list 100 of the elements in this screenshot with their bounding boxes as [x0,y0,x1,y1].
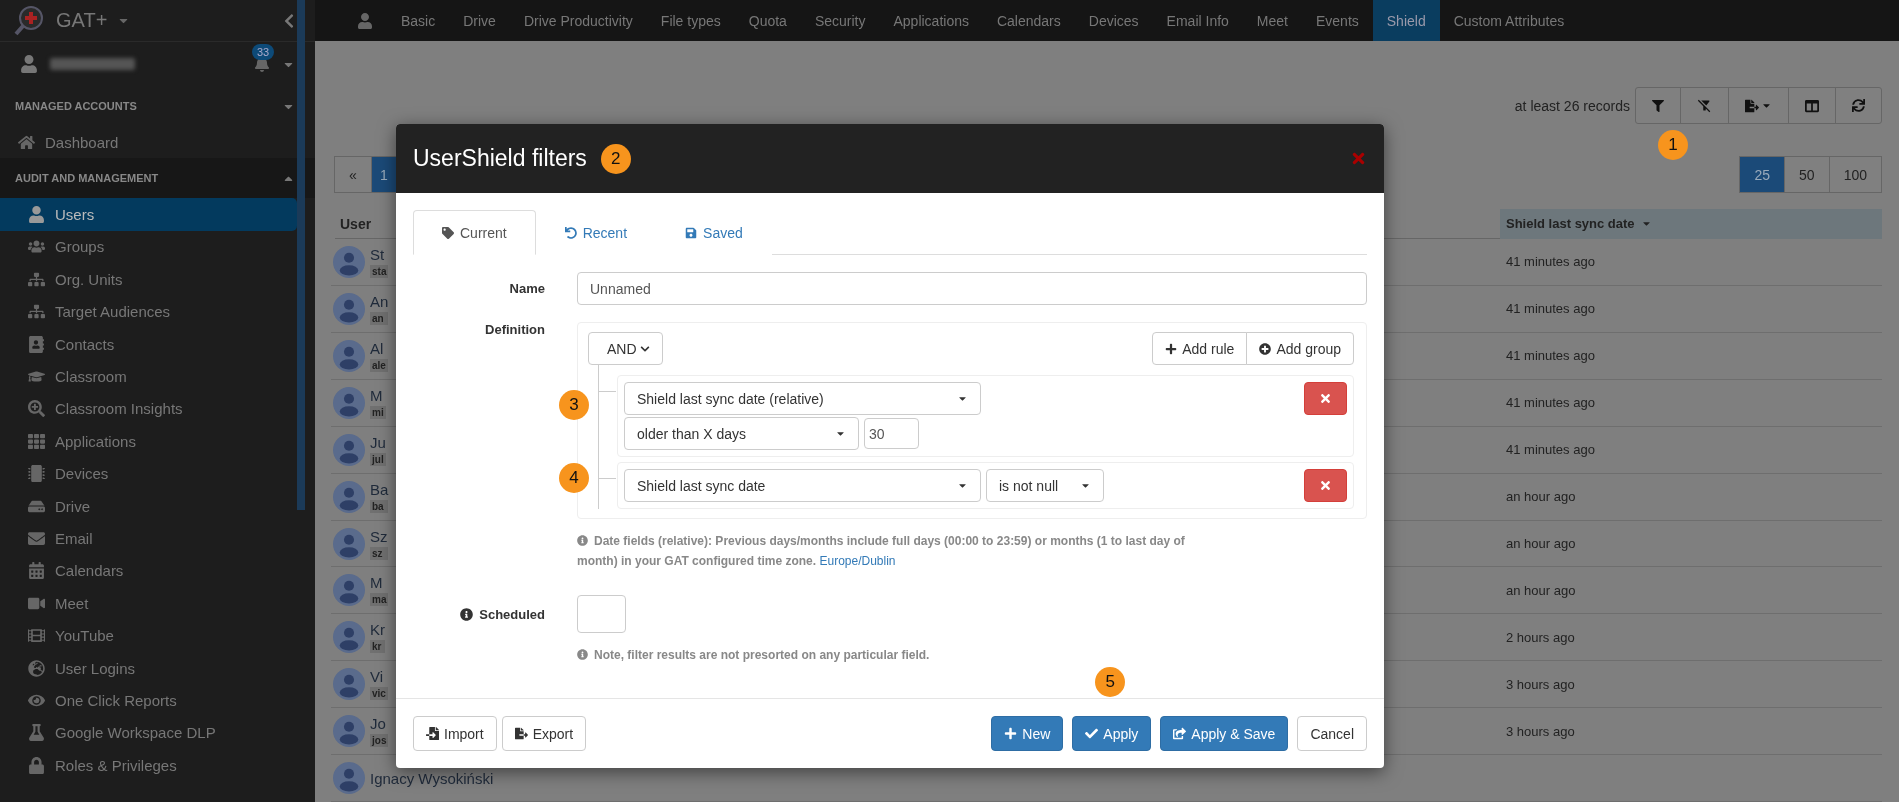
sidebar-item[interactable]: Classroom [0,360,297,393]
sidebar-item[interactable]: Org. Units [0,263,297,296]
scheduled-field[interactable] [577,595,626,633]
profile-tab[interactable]: Drive Productivity [509,0,647,42]
dialog-tab[interactable]: Current [413,210,536,255]
table-cell-text: 3 hours ago [1505,676,1576,692]
export-menu-button[interactable] [1728,87,1789,125]
section-header[interactable]: AUDIT AND MANAGEMENT [0,158,315,199]
table-cell-text: an hour ago [1505,536,1577,551]
user-name[interactable]: Al [370,339,388,357]
field-select[interactable]: Shield last sync date (relative) [624,382,981,415]
operator-select[interactable]: is not null [986,469,1104,502]
sidebar-item[interactable]: Devices [0,457,297,490]
avatar-icon [333,621,365,654]
user-email: ma [370,593,389,607]
add-rule-button[interactable]: Add rule [1152,332,1248,365]
user-name[interactable]: Kr [370,621,385,639]
dialog-button[interactable]: Import [413,716,497,751]
name-field[interactable]: Unnamed [577,272,1367,305]
dialog-button[interactable]: Export [501,716,587,751]
user-name[interactable]: M [370,574,389,592]
filter-icon [1652,99,1664,112]
close-icon[interactable] [1350,150,1367,167]
time-zone-link[interactable]: Europe/Dublin [819,554,896,568]
table-cell-text: 41 minutes ago [1505,254,1596,270]
avatar-icon [333,480,365,513]
filter-button[interactable] [1635,87,1681,125]
user-email: kr [370,640,385,654]
scrollbar[interactable] [297,0,305,510]
avatar-icon [333,292,365,325]
avatar-icon [333,762,365,795]
delete-rule-button[interactable] [1304,382,1347,415]
sidebar-item[interactable]: Meet [0,587,297,620]
conjunction-select[interactable]: AND [588,332,663,365]
table-cell-text: an hour ago [1505,582,1577,598]
delete-rule-button[interactable] [1304,469,1347,502]
plus-icon [1004,727,1018,740]
profile-tab[interactable]: Meet [1242,0,1302,42]
sidebar-item[interactable]: Email [0,522,297,555]
sidebar-item[interactable]: Contacts [0,327,297,361]
clear-filter-button[interactable] [1680,87,1729,125]
profile-tab[interactable]: Shield [1372,0,1440,42]
sidebar-item[interactable]: Google Workspace DLP [0,716,297,750]
user-name[interactable]: Ba [370,480,389,498]
section-header[interactable]: MANAGED ACCOUNTS [0,86,315,126]
page-link[interactable]: 1 [370,156,397,194]
profile-tab[interactable]: Quota [734,0,801,42]
user-name[interactable]: Ignacy Wysokiński [370,769,494,787]
user-name[interactable]: M [370,386,386,404]
user-icon [28,206,45,224]
user-email: sta [370,265,389,278]
profile-tab[interactable]: File types [646,0,735,42]
film-icon [28,627,45,645]
sidebar-item[interactable]: Groups [0,230,297,264]
user-icon[interactable] [357,12,373,29]
dialog-button[interactable]: New [991,716,1064,751]
user-name[interactable]: Jo [370,715,389,733]
column-header[interactable]: Shield last sync date [1500,208,1882,239]
page-size-button[interactable]: 100 [1828,156,1882,194]
sidebar-item[interactable]: Target Audiences [0,295,297,328]
dialog-button[interactable]: Cancel [1297,716,1367,751]
user-name[interactable]: An [370,292,389,310]
sidebar-item[interactable]: Drive [0,489,297,523]
sidebar-item[interactable]: Applications [0,425,297,458]
dialog-button[interactable]: Apply & Save [1160,716,1289,751]
field-label: Scheduled [413,595,545,633]
profile-tab[interactable]: Devices [1074,0,1153,42]
value-field[interactable]: 30 [864,418,919,449]
sidebar-item[interactable]: Roles & Privileges [0,749,297,782]
page-size-button[interactable]: 50 [1784,156,1830,194]
profile-tab[interactable]: Applications [879,0,983,42]
user-name[interactable]: St [370,246,389,263]
user-name[interactable]: Sz [370,527,388,545]
column-header[interactable]: User [335,215,372,232]
user-email: jul [370,452,386,466]
chevron-icon [640,343,650,354]
sidebar-item[interactable]: Classroom Insights [0,392,297,426]
avatar-icon [333,715,365,748]
profile-tab[interactable]: Events [1301,0,1373,42]
profile-tab[interactable]: Drive [449,0,510,42]
page-size-button[interactable]: 25 [1739,156,1786,194]
sidebar-item[interactable]: Dashboard [0,126,315,159]
sidebar-item[interactable]: Calendars [0,554,297,588]
operator-select[interactable]: older than X days [624,417,859,450]
columns-button[interactable] [1788,87,1836,125]
profile-tab[interactable]: Custom Attributes [1439,0,1579,42]
profile-tab[interactable]: Security [800,0,880,42]
sidebar-item[interactable]: Users [0,198,297,231]
profile-tab[interactable]: Email Info [1152,0,1243,42]
user-name[interactable]: Ju [370,433,386,451]
sidebar-item[interactable]: One Click Reports [0,684,297,717]
add-group-button[interactable]: Add group [1246,332,1354,365]
field-select[interactable]: Shield last sync date [624,469,981,502]
profile-tab[interactable]: Calendars [982,0,1075,42]
sidebar-item[interactable]: User Logins [0,651,297,685]
refresh-button[interactable] [1835,87,1882,125]
sidebar-item[interactable]: YouTube [0,619,297,652]
profile-tab[interactable]: Basic [387,0,450,42]
user-name[interactable]: Vi [370,668,388,686]
page-link[interactable]: « [334,156,372,194]
